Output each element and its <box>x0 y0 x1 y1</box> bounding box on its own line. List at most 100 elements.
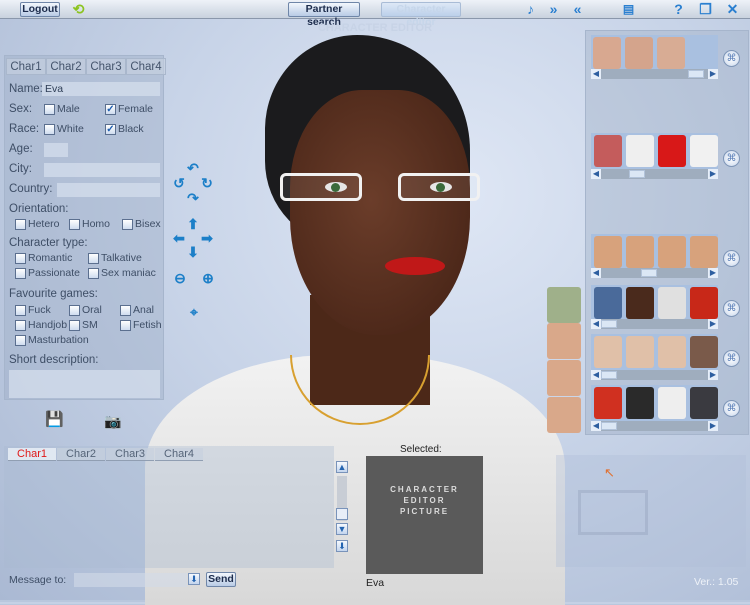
mail-envelope-icon[interactable] <box>578 490 648 535</box>
scroll-thumb[interactable] <box>601 422 617 430</box>
remove-glasses-button[interactable]: ⌘ <box>723 50 740 67</box>
type-talkative-checkbox[interactable]: Talkative <box>88 252 142 264</box>
message-to-field[interactable] <box>74 573 187 587</box>
music-play-icon[interactable]: ♪ <box>522 1 539 18</box>
panties-item[interactable] <box>658 236 686 268</box>
scroll-right-icon[interactable]: ▶ <box>708 370 718 380</box>
remove-top-button[interactable]: ⌘ <box>723 150 740 167</box>
save-icon[interactable]: 💾 <box>45 412 64 428</box>
chat-tab-char1[interactable]: Char1 <box>8 448 56 461</box>
selected-character-picture[interactable]: CHARACTER EDITOR PICTURE <box>366 456 483 574</box>
chat-tab-char3[interactable]: Char3 <box>106 448 154 461</box>
help-icon[interactable]: ? <box>670 1 687 18</box>
race-black-checkbox[interactable]: ✓ Black <box>105 123 144 135</box>
remove-shoes-button[interactable]: ⌘ <box>723 400 740 417</box>
pants-item[interactable] <box>690 287 718 319</box>
remove-pants-button[interactable]: ⌘ <box>723 300 740 317</box>
orientation-bisex-checkbox[interactable]: Bisex <box>122 218 161 230</box>
chat-tab-char2[interactable]: Char2 <box>57 448 105 461</box>
glasses-item[interactable] <box>593 37 621 69</box>
stockings-item[interactable] <box>626 336 654 368</box>
scroll-left-icon[interactable]: ◀ <box>591 268 601 278</box>
type-sex-maniac-checkbox[interactable]: Sex maniac <box>88 267 156 279</box>
age-field[interactable] <box>44 143 68 157</box>
scroll-thumb[interactable] <box>641 269 657 277</box>
game-sm-checkbox[interactable]: SM <box>69 319 98 331</box>
scroll-right-icon[interactable]: ▶ <box>708 268 718 278</box>
refresh-icon[interactable]: ⟲ <box>70 1 87 18</box>
shoes-item[interactable] <box>690 387 718 419</box>
orientation-hetero-checkbox[interactable]: Hetero <box>15 218 60 230</box>
scroll-thumb[interactable] <box>601 320 617 328</box>
partner-search-button[interactable]: Partner search <box>288 2 360 28</box>
shoes-item[interactable] <box>658 387 686 419</box>
close-icon[interactable]: ✕ <box>724 1 741 18</box>
sex-male-checkbox[interactable]: Male <box>44 103 80 115</box>
character-editor-button[interactable]: Character editor <box>381 2 461 28</box>
scroll-left-icon[interactable]: ◀ <box>591 169 601 179</box>
name-field[interactable]: Eva <box>42 82 160 96</box>
chat-scroll-thumb[interactable] <box>336 508 348 520</box>
scroll-left-icon[interactable]: ◀ <box>591 319 601 329</box>
scroll-right-icon[interactable]: ▶ <box>708 69 718 79</box>
country-field[interactable] <box>57 183 160 197</box>
logout-button[interactable]: Logout <box>20 2 60 17</box>
panties-item[interactable] <box>626 236 654 268</box>
race-white-checkbox[interactable]: White <box>44 123 84 135</box>
category-bra[interactable] <box>547 323 581 359</box>
tab-char1[interactable]: Char1 <box>6 58 46 75</box>
scroll-left-icon[interactable]: ◀ <box>591 69 601 79</box>
top-item[interactable] <box>690 135 718 167</box>
orientation-homo-checkbox[interactable]: Homo <box>69 218 110 230</box>
tab-char4[interactable]: Char4 <box>126 58 166 75</box>
panties-item[interactable] <box>594 236 622 268</box>
city-field[interactable] <box>44 163 160 177</box>
top-item[interactable] <box>626 135 654 167</box>
rotate-down-icon[interactable]: ↷ <box>185 190 201 206</box>
tops-scrollbar[interactable] <box>591 169 718 179</box>
type-passionate-checkbox[interactable]: Passionate <box>15 267 80 279</box>
game-fetish-checkbox[interactable]: Fetish <box>120 319 162 331</box>
stockings-item[interactable] <box>594 336 622 368</box>
scroll-left-icon[interactable]: ◀ <box>591 421 601 431</box>
game-fuck-checkbox[interactable]: Fuck <box>15 304 51 316</box>
rotate-left-icon[interactable]: ↺ <box>171 175 187 191</box>
scroll-thumb[interactable] <box>688 70 704 78</box>
scroll-up-icon[interactable]: ▲ <box>336 461 348 473</box>
music-back-icon[interactable]: « <box>569 1 586 18</box>
rotate-up-icon[interactable]: ↶ <box>185 160 201 176</box>
move-down-icon[interactable]: ⬇ <box>185 244 201 260</box>
send-button[interactable]: Send <box>206 572 236 587</box>
pants-item[interactable] <box>594 287 622 319</box>
shoes-item[interactable] <box>594 387 622 419</box>
game-handjob-checkbox[interactable]: Handjob <box>15 319 67 331</box>
game-oral-checkbox[interactable]: Oral <box>69 304 102 316</box>
rotate-right-icon[interactable]: ↻ <box>199 175 215 191</box>
category-shirt[interactable] <box>547 287 581 323</box>
tab-char3[interactable]: Char3 <box>86 58 126 75</box>
minimize-icon[interactable]: ❐ <box>697 1 714 18</box>
pants-item[interactable] <box>626 287 654 319</box>
scroll-right-icon[interactable]: ▶ <box>708 421 718 431</box>
move-right-icon[interactable]: ➡ <box>199 230 215 246</box>
scroll-thumb[interactable] <box>601 371 617 379</box>
chat-tab-char4[interactable]: Char4 <box>155 448 203 461</box>
window-icon[interactable]: ▤ <box>620 1 637 18</box>
video-camera-icon[interactable]: ⌖ <box>183 304 205 320</box>
top-item[interactable] <box>594 135 622 167</box>
glasses-item[interactable] <box>625 37 653 69</box>
scroll-left-icon[interactable]: ◀ <box>591 370 601 380</box>
remove-panties-button[interactable]: ⌘ <box>723 250 740 267</box>
type-romantic-checkbox[interactable]: Romantic <box>15 252 72 264</box>
game-anal-checkbox[interactable]: Anal <box>120 304 154 316</box>
tab-char2[interactable]: Char2 <box>46 58 86 75</box>
zoom-out-icon[interactable]: ⊖ <box>172 270 188 286</box>
scroll-right-icon[interactable]: ▶ <box>708 169 718 179</box>
sex-female-checkbox[interactable]: ✓ Female <box>105 103 153 115</box>
category-tattoo[interactable] <box>547 360 581 396</box>
category-piercing[interactable] <box>547 397 581 433</box>
recipient-dropdown-icon[interactable]: ⬇ <box>188 573 200 585</box>
glasses-item[interactable] <box>657 37 685 69</box>
scroll-right-icon[interactable]: ▶ <box>708 319 718 329</box>
scroll-end-icon[interactable]: ⬇ <box>336 540 348 552</box>
